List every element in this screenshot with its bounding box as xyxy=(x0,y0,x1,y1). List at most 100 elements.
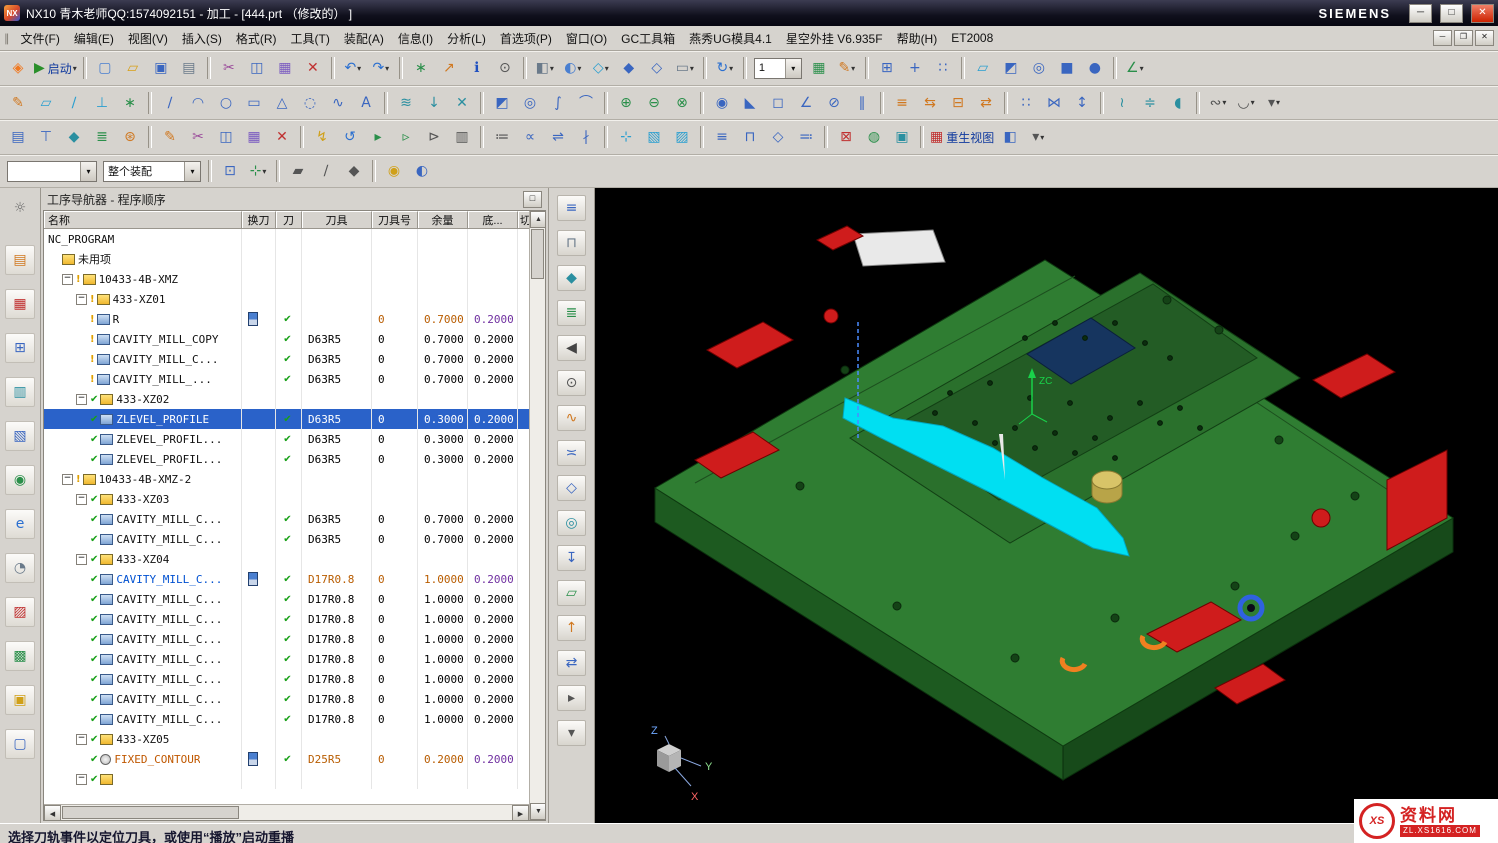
vector-constructor-button[interactable]: ↗ xyxy=(435,55,463,81)
vscroll-up-arrow[interactable]: ▲ xyxy=(530,211,546,228)
regenerate-view-button[interactable]: ▦重生视图 xyxy=(928,124,996,150)
maximize-button[interactable]: □ xyxy=(1440,4,1463,23)
rotate-view-button[interactable]: ↻▾ xyxy=(711,55,739,81)
delete-operation-button[interactable]: ✕ xyxy=(268,124,296,150)
shell-button[interactable]: ◻ xyxy=(764,90,792,116)
extrude-feature-button[interactable]: ◩ xyxy=(488,90,516,116)
tree-expander-icon[interactable]: − xyxy=(76,734,87,745)
highlight-button[interactable]: ◉ xyxy=(380,158,408,184)
column-header-7[interactable]: 底... xyxy=(468,211,518,229)
hd3d-tools-icon[interactable]: ◉ xyxy=(5,465,35,495)
hole-button[interactable]: ◎ xyxy=(1025,55,1053,81)
collapse-panel-button[interactable]: ◀ xyxy=(557,335,586,361)
assembly-load-button[interactable]: ⊞ xyxy=(873,55,901,81)
find-operation-button[interactable]: ⊙ xyxy=(557,370,586,396)
nav-row-CAVITY_MILL_C...[interactable]: ✔CAVITY_MILL_C...✔D63R500.70000.2000 xyxy=(44,509,529,529)
navigator-vscrollbar[interactable]: ▲ ▼ xyxy=(529,211,545,820)
mdi-button-1[interactable]: ─ xyxy=(1433,30,1452,46)
spreadsheet-button[interactable]: ▦ xyxy=(805,55,833,81)
draft-button[interactable]: ∠ xyxy=(792,90,820,116)
nav-row-CAVITY_MILL_C...[interactable]: ✔CAVITY_MILL_C...✔D17R0.801.00000.2000 xyxy=(44,689,529,709)
nav-row-ZLEVEL_PROFIL...[interactable]: ✔ZLEVEL_PROFIL...✔D63R500.30000.2000 xyxy=(44,429,529,449)
save-button[interactable]: ▣ xyxy=(147,55,175,81)
constraint-navigator-icon[interactable]: ⊞ xyxy=(5,333,35,363)
tree-expander-icon[interactable]: − xyxy=(62,474,73,485)
cylinder-button[interactable]: ● xyxy=(1081,55,1109,81)
paste-button[interactable]: ▦ xyxy=(271,55,299,81)
list-toolpath-button[interactable]: ≔ xyxy=(488,124,516,150)
nav-row-CAVITY_MILL_C...[interactable]: ✔CAVITY_MILL_C...✔D17R0.801.00000.2000 xyxy=(44,649,529,669)
snap-point-button[interactable]: ⊹▾ xyxy=(244,158,272,184)
nav-row-433-XZ05[interactable]: −✔433-XZ05 xyxy=(44,729,529,749)
chevron-down-icon[interactable]: ▾ xyxy=(80,162,96,181)
trim-boundary-icon[interactable]: ▱ xyxy=(557,580,586,606)
chevron-down-icon[interactable]: ▾ xyxy=(385,64,389,73)
ellipse-button[interactable]: ◌ xyxy=(296,90,324,116)
web-browser-icon[interactable]: e xyxy=(5,509,35,539)
chevron-down-icon[interactable]: ▾ xyxy=(1040,133,1044,142)
menu-item-13[interactable]: 燕秀UG模具4.1 xyxy=(682,28,779,49)
open-button[interactable]: ▱ xyxy=(119,55,147,81)
datum-axis-button[interactable]: ∕ xyxy=(60,90,88,116)
nav-row-433-XZ03[interactable]: −✔433-XZ03 xyxy=(44,489,529,509)
copy-button[interactable]: ◫ xyxy=(243,55,271,81)
menu-item-15[interactable]: 帮助(H) xyxy=(890,28,945,49)
nav-row-CAVITY_MILL_...[interactable]: !CAVITY_MILL_...✔D63R500.70000.2000 xyxy=(44,369,529,389)
chevron-down-icon[interactable]: ▾ xyxy=(577,64,581,73)
line-button[interactable]: ∕ xyxy=(156,90,184,116)
nav-row-blank[interactable]: −✔ xyxy=(44,769,529,789)
cut-operation-button[interactable]: ✂ xyxy=(184,124,212,150)
operation-navigator-icon[interactable]: ▥ xyxy=(5,377,35,407)
more-feature-button[interactable]: ▾▾ xyxy=(1260,90,1288,116)
mdi-button-2[interactable]: ❐ xyxy=(1454,30,1473,46)
geometry-view-icon[interactable]: ◆ xyxy=(557,265,586,291)
mirror-feature-button[interactable]: ⋈ xyxy=(1040,90,1068,116)
tree-expander-icon[interactable]: − xyxy=(76,774,87,785)
offset-face-button[interactable]: ≡ xyxy=(888,90,916,116)
sew-button[interactable]: ≀ xyxy=(1108,90,1136,116)
tree-expander-icon[interactable]: − xyxy=(76,394,87,405)
chevron-down-icon[interactable]: ▾ xyxy=(605,64,609,73)
vscroll-thumb[interactable] xyxy=(531,229,544,279)
machining-method-view-button[interactable]: ≕ xyxy=(792,124,820,150)
chevron-down-icon[interactable]: ▾ xyxy=(73,64,77,73)
orient-view-button[interactable]: ◇▾ xyxy=(587,55,615,81)
create-program-button[interactable]: ▤ xyxy=(4,124,32,150)
nav-row-CAVITY_MILL_C...[interactable]: ✔CAVITY_MILL_C...✔D17R0.801.00000.2000 xyxy=(44,569,529,589)
nav-row-CAVITY_MILL_C...[interactable]: ✔CAVITY_MILL_C...✔D17R0.801.00000.2000 xyxy=(44,669,529,689)
column-header-1[interactable]: 名称 xyxy=(44,211,242,229)
intersect-button[interactable]: ⊗ xyxy=(668,90,696,116)
mdi-button-3[interactable]: ✕ xyxy=(1475,30,1494,46)
circle-button[interactable]: ○ xyxy=(212,90,240,116)
polygon-button[interactable]: △ xyxy=(268,90,296,116)
sweep-button[interactable]: ∫ xyxy=(544,90,572,116)
nav-row-ZLEVEL_PROFIL...[interactable]: ✔ZLEVEL_PROFIL...✔D63R500.30000.2000 xyxy=(44,449,529,469)
chevron-down-icon[interactable]: ▾ xyxy=(357,64,361,73)
thicken-button[interactable]: ≑ xyxy=(1136,90,1164,116)
project-curve-button[interactable]: ↓ xyxy=(420,90,448,116)
render-style-button[interactable]: ◐▾ xyxy=(559,55,587,81)
cut-level-icon[interactable]: ≍ xyxy=(557,440,586,466)
roles-gear-icon[interactable]: ☼ xyxy=(5,193,35,223)
navigator-hscrollbar[interactable]: ◀ ▶ xyxy=(44,804,529,820)
nav-row-CAVITY_MILL_C...[interactable]: ✔CAVITY_MILL_C...✔D17R0.801.00000.2000 xyxy=(44,709,529,729)
nav-row-433-XZ01[interactable]: −!433-XZ01 xyxy=(44,289,529,309)
rectangle-button[interactable]: ▭ xyxy=(240,90,268,116)
tree-expander-icon[interactable]: − xyxy=(76,294,87,305)
cut-button[interactable]: ✂ xyxy=(215,55,243,81)
point-constructor-button[interactable]: ∗ xyxy=(407,55,435,81)
process-studio-icon[interactable]: ▨ xyxy=(5,597,35,627)
measure-button[interactable]: ∠▾ xyxy=(1121,55,1149,81)
undo-button[interactable]: ↶▾ xyxy=(339,55,367,81)
datum-csys-button[interactable]: ⊥ xyxy=(88,90,116,116)
history-palette-icon[interactable]: ◔ xyxy=(5,553,35,583)
shop-documentation-button[interactable]: ▥ xyxy=(448,124,476,150)
tree-expander-icon[interactable]: − xyxy=(62,274,73,285)
fit-selection-button[interactable]: ⊡ xyxy=(216,158,244,184)
boundary-button[interactable]: ▣ xyxy=(888,124,916,150)
snapshot-button[interactable]: ▭▾ xyxy=(671,55,699,81)
check-geometry-button[interactable]: ▨ xyxy=(668,124,696,150)
nav-row-CAVITY_MILL_C...[interactable]: ✔CAVITY_MILL_C...✔D17R0.801.00000.2000 xyxy=(44,609,529,629)
selection-scope-combo[interactable]: 整个装配▾ xyxy=(103,161,201,182)
menu-item-4[interactable]: 插入(S) xyxy=(175,28,229,49)
